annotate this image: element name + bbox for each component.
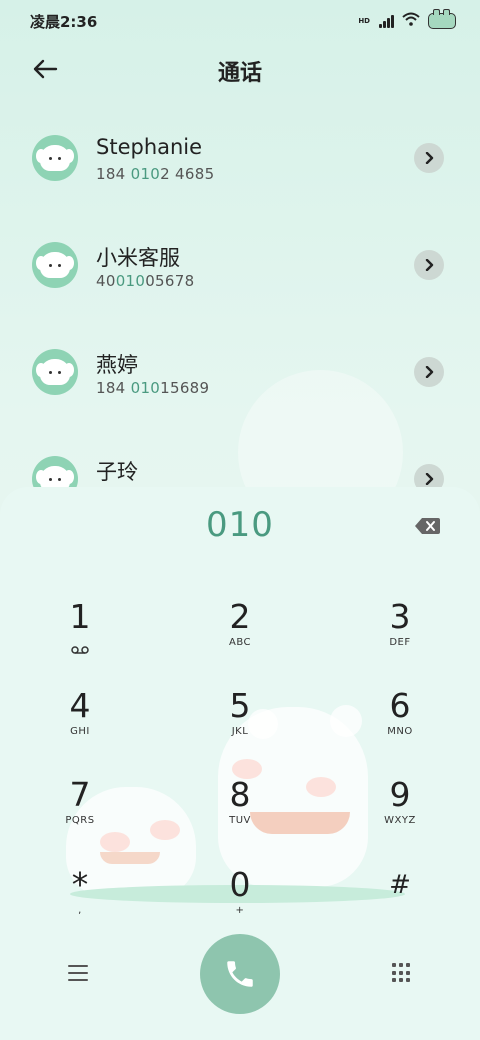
signal-icon [379,14,394,28]
contact-name: 燕婷 [96,353,138,377]
contact-detail-button[interactable] [414,250,444,280]
key-letters: , [78,905,82,916]
voicemail-icon [71,639,89,654]
key-digit: 1 [69,597,91,636]
chevron-right-icon [425,259,434,271]
backspace-icon[interactable] [410,513,444,539]
call-button[interactable] [200,934,280,1014]
chevron-right-icon [425,473,434,485]
hd-label: HD [358,16,370,25]
status-time: 凌晨2:36 [30,13,98,31]
key-letters: JKL [231,726,249,737]
battery-icon [428,8,456,29]
dialer-panel: 010 1 2 ABC 3 DEF 4 GHI 5 JKL 6 MNO 7 PQ… [0,487,480,1040]
key-digit: * [71,865,89,904]
status-bar: 凌晨2:36 HD [0,0,480,42]
avatar [32,242,78,288]
avatar [32,456,78,490]
contact-name: 小米客服 [96,246,180,270]
key-4[interactable]: 4 GHI [20,688,140,768]
key-digit: 2 [229,597,251,636]
key-1[interactable]: 1 [20,599,140,679]
key-letters: PQRS [65,815,95,826]
key-letters: + [235,905,245,916]
chevron-right-icon [425,366,434,378]
key-letters: DEF [389,637,411,648]
contact-list: Stephanie 184 0102 4685 小米客服 4001005678 … [0,105,480,490]
contact-number: 184 01015689 [96,379,210,397]
key-2[interactable]: 2 ABC [180,599,300,679]
key-letters: GHI [70,726,90,737]
keypad-toggle-icon[interactable] [392,963,412,983]
key-digit: 6 [389,686,411,725]
key-digit: 0 [229,865,251,904]
key-star[interactable]: * , [20,867,140,947]
page-title: 通话 [217,61,262,86]
contact-name: 子玲 [96,460,138,484]
contact-number: 4001005678 [96,272,195,290]
avatar [32,135,78,181]
contact-item[interactable]: 小米客服 4001005678 [0,212,480,312]
key-digit: 5 [229,686,251,725]
key-3[interactable]: 3 DEF [340,599,460,679]
key-digit: 9 [389,775,411,814]
contact-number: 184 0102 4685 [96,165,215,183]
contact-detail-button[interactable] [414,357,444,387]
status-icons: HD [358,8,456,30]
phone-icon [227,961,253,987]
contact-item[interactable]: Stephanie 184 0102 4685 [0,105,480,205]
key-digit: # [389,870,411,900]
avatar [32,349,78,395]
key-letters: ABC [228,637,251,648]
menu-icon[interactable] [66,963,90,983]
contact-item[interactable]: 燕婷 184 01015689 [0,319,480,419]
key-5[interactable]: 5 JKL [180,688,300,768]
key-letters: MNO [387,726,413,737]
key-digit: 3 [389,597,411,636]
key-letters: TUV [229,815,251,826]
chevron-right-icon [425,152,434,164]
contact-item[interactable]: 子玲 [0,426,480,490]
key-digit: 7 [69,775,91,814]
key-hash[interactable]: # [340,867,460,947]
key-9[interactable]: 9 WXYZ [340,777,460,857]
contact-detail-button[interactable] [414,143,444,173]
dial-input[interactable]: 010 [0,505,480,545]
key-8[interactable]: 8 TUV [180,777,300,857]
key-digit: 4 [69,686,91,725]
key-7[interactable]: 7 PQRS [20,777,140,857]
contact-name: Stephanie [96,135,203,159]
wifi-icon [402,11,420,30]
key-letters: WXYZ [384,815,416,826]
key-digit: 8 [229,775,251,814]
key-6[interactable]: 6 MNO [340,688,460,768]
